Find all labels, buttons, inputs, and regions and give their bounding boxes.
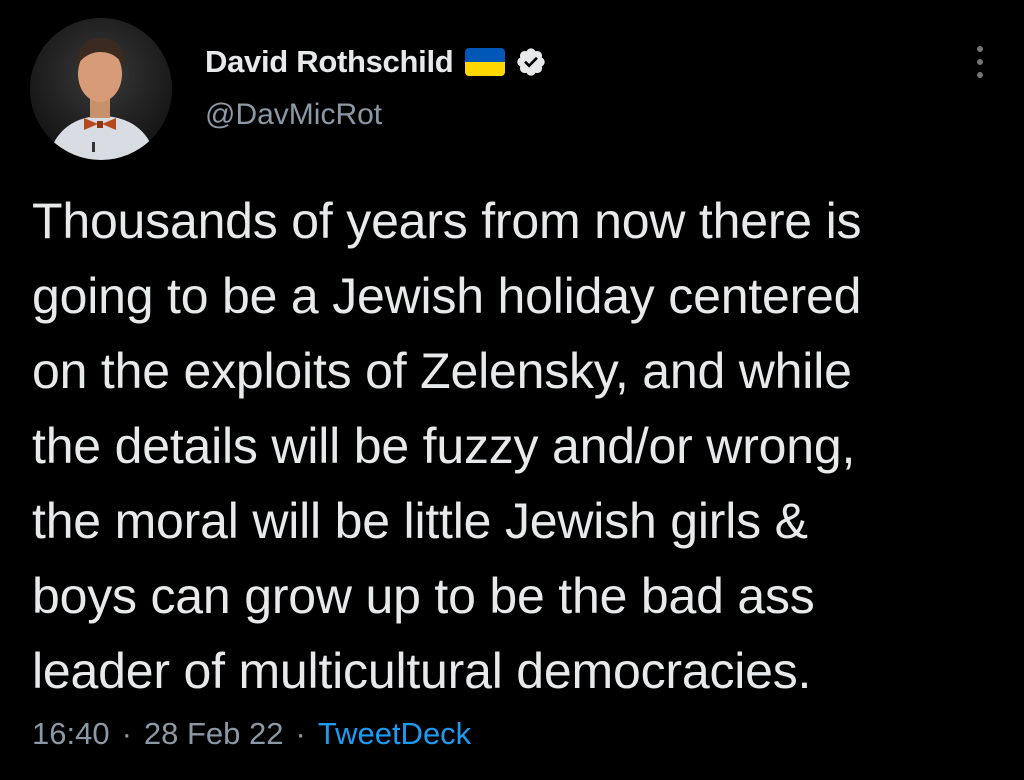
- author-handle[interactable]: @DavMicRot: [205, 98, 382, 132]
- meta-separator: ·: [295, 716, 306, 751]
- verified-icon: [517, 48, 546, 76]
- avatar[interactable]: [30, 18, 172, 160]
- tweet-date[interactable]: 28 Feb 22: [144, 716, 284, 752]
- ukraine-flag-icon: [465, 48, 506, 76]
- tweet-source-link[interactable]: TweetDeck: [318, 716, 471, 752]
- profile-photo-icon: [30, 18, 172, 160]
- tweet-text: Thousands of years from now there is goi…: [32, 193, 862, 699]
- meta-separator: ·: [121, 716, 132, 751]
- more-options-icon[interactable]: [968, 40, 992, 84]
- tweet-time[interactable]: 16:40: [32, 716, 110, 752]
- author-row: David Rothschild: [205, 40, 547, 84]
- display-name[interactable]: David Rothschild: [205, 44, 454, 80]
- tweet-card: David Rothschild @DavMicRot Thousands of…: [0, 0, 1024, 780]
- tweet-meta: 16:40 · 28 Feb 22 · TweetDeck: [32, 716, 471, 752]
